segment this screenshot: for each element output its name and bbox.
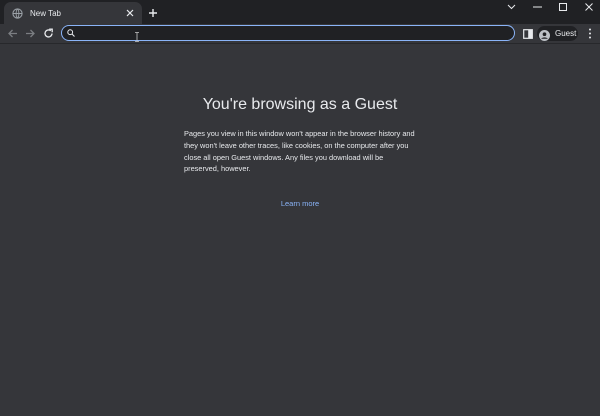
tab-title: New Tab	[30, 8, 61, 18]
globe-icon	[11, 7, 23, 19]
maximize-icon[interactable]	[550, 0, 576, 14]
chevron-down-icon[interactable]	[498, 0, 524, 14]
profile-label: Guest	[555, 29, 577, 38]
learn-more-link[interactable]: Learn more	[0, 199, 600, 208]
address-bar[interactable]	[61, 25, 515, 41]
plus-icon[interactable]	[146, 6, 160, 20]
page-title: You're browsing as a Guest	[202, 96, 398, 113]
forward-icon[interactable]	[24, 27, 37, 40]
search-icon	[67, 29, 75, 37]
profile-button[interactable]: Guest	[537, 26, 578, 41]
tab-strip: New Tab	[0, 0, 600, 24]
toolbar: Guest	[0, 24, 600, 44]
address-input[interactable]	[79, 28, 514, 38]
close-window-icon[interactable]	[576, 0, 600, 14]
kebab-menu-icon[interactable]	[583, 27, 596, 40]
text-cursor-icon	[134, 29, 140, 42]
reload-icon[interactable]	[42, 27, 55, 40]
avatar-icon	[539, 28, 550, 41]
minimize-icon[interactable]	[524, 0, 550, 14]
close-icon[interactable]	[124, 7, 136, 19]
guest-page: You're browsing as a Guest Pages you vie…	[0, 44, 600, 416]
side-panel-icon[interactable]	[521, 27, 534, 40]
back-icon[interactable]	[6, 27, 19, 40]
tab-new-tab[interactable]: New Tab	[4, 2, 142, 24]
guest-description: Pages you view in this window won't appe…	[184, 129, 415, 174]
